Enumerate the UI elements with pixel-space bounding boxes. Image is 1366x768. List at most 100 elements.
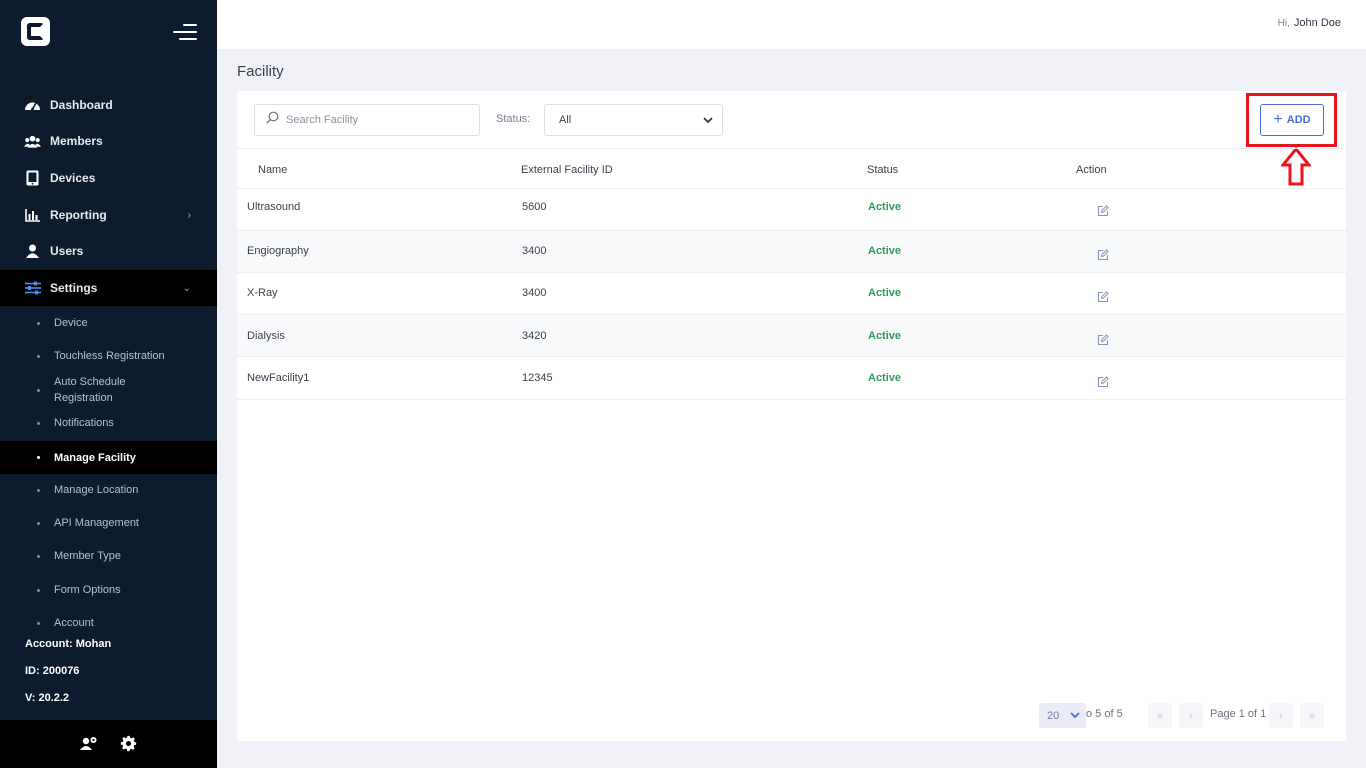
sidebar-item-label: Reporting [50, 208, 107, 222]
menu-toggle-icon[interactable] [173, 23, 197, 41]
page-size-value: 20 [1047, 709, 1060, 722]
status-badge: Active [868, 245, 902, 257]
column-header-action: Action [1076, 164, 1107, 176]
edit-icon[interactable] [1097, 334, 1109, 346]
table-row: Dialysis 3420 Active [237, 315, 1346, 357]
sidebar-item-reporting[interactable]: Reporting › [0, 197, 217, 233]
user-name: John Doe [1293, 17, 1341, 29]
status-badge: Active [868, 287, 902, 299]
sidebar-item-label: Members [50, 134, 103, 148]
status-badge: Active [868, 372, 902, 384]
sidebar-item-label: Devices [50, 171, 96, 185]
sidebar-subitem-api-management[interactable]: API Management [0, 507, 217, 539]
facility-card: Status: All + ADD Name External Facility… [237, 91, 1346, 741]
sidebar-subitem-notifications[interactable]: Notifications [0, 407, 217, 439]
sidebar-subitem-member-type[interactable]: Member Type [0, 540, 217, 572]
sidebar-subitem-label: Manage Location [54, 484, 139, 496]
status-filter-select[interactable]: All [544, 104, 723, 136]
first-page-icon: « [1156, 709, 1164, 722]
edit-icon[interactable] [1097, 376, 1109, 388]
user-greeting[interactable]: Hi, John Doe [1278, 17, 1341, 29]
sidebar-item-settings[interactable]: Settings ⌄ [0, 270, 217, 306]
chevron-right-icon: › [1279, 709, 1283, 722]
pagination-range: o 5 of 5 [1086, 708, 1123, 720]
table-row: NewFacility1 12345 Active [237, 358, 1346, 400]
facility-external-id: 3400 [522, 245, 547, 257]
chevron-down-icon [702, 114, 714, 129]
sidebar-item-members[interactable]: Members [0, 123, 217, 159]
sidebar-subitem-label: Notifications [54, 417, 114, 429]
facility-name: X-Ray [247, 287, 278, 299]
sidebar-footer [0, 720, 217, 768]
sidebar-item-dashboard[interactable]: Dashboard [0, 87, 217, 123]
sidebar-item-devices[interactable]: Devices [0, 160, 217, 196]
sidebar-subitem-device[interactable]: Device [0, 307, 217, 339]
last-page-icon: » [1308, 709, 1316, 722]
table-row: Ultrasound 5600 Active [237, 189, 1346, 231]
sidebar-subitem-label: Form Options [54, 584, 121, 596]
sidebar-subitem-label: Account [54, 617, 94, 629]
sidebar-item-label: Settings [50, 281, 98, 295]
facility-name: Engiography [247, 245, 309, 257]
plus-icon: + [1273, 111, 1283, 128]
edit-icon[interactable] [1097, 205, 1109, 217]
edit-icon[interactable] [1097, 291, 1109, 303]
sidebar-item-label: Users [50, 244, 84, 258]
account-id: ID: 200076 [25, 665, 80, 677]
app-version: V: 20.2.2 [25, 692, 70, 704]
sidebar-subitem-manage-location[interactable]: Manage Location [0, 474, 217, 506]
next-page-button[interactable]: › [1269, 703, 1293, 728]
chevron-right-icon: › [187, 209, 191, 221]
sidebar-subitem-account[interactable]: Account [0, 607, 217, 639]
app-logo[interactable] [21, 17, 50, 46]
bar-chart-icon [24, 207, 41, 224]
column-header-external-id[interactable]: External Facility ID [521, 164, 613, 176]
facility-external-id: 3420 [522, 330, 547, 342]
facility-external-id: 12345 [522, 372, 553, 384]
table-row: X-Ray 3400 Active [237, 273, 1346, 315]
sliders-icon [24, 280, 41, 297]
sidebar: Dashboard Members Devices Reporting › Us… [0, 0, 217, 768]
sidebar-subitem-label: Touchless Registration [54, 350, 165, 362]
facility-external-id: 5600 [522, 201, 547, 213]
status-filter-value: All [559, 114, 572, 126]
chevron-down-icon: ⌄ [182, 282, 191, 294]
members-icon [24, 133, 41, 150]
facility-external-id: 3400 [522, 287, 547, 299]
search-input[interactable] [286, 114, 466, 126]
table-row: Engiography 3400 Active [237, 231, 1346, 273]
user-settings-icon[interactable] [79, 735, 98, 753]
sidebar-item-users[interactable]: Users [0, 233, 217, 269]
sidebar-item-label: Dashboard [50, 98, 113, 112]
last-page-button[interactable]: » [1300, 703, 1324, 728]
top-bar: Hi, John Doe [217, 0, 1366, 49]
dashboard-icon [24, 97, 41, 114]
sidebar-subitem-label: Member Type [54, 550, 122, 562]
column-header-name[interactable]: Name [258, 164, 287, 176]
sidebar-subitem-label: Manage Facility [54, 451, 136, 464]
previous-page-button[interactable]: ‹ [1179, 703, 1203, 728]
sidebar-subitem-manage-facility[interactable]: Manage Facility [0, 441, 217, 474]
chevron-left-icon: ‹ [1189, 709, 1193, 722]
search-box[interactable] [254, 104, 480, 136]
column-header-status[interactable]: Status [867, 164, 898, 176]
status-badge: Active [868, 201, 902, 213]
first-page-button[interactable]: « [1148, 703, 1172, 728]
account-name: Account: Mohan [25, 638, 112, 650]
facility-name: Dialysis [247, 330, 285, 342]
sidebar-subitem-label: Device [54, 317, 88, 329]
sidebar-subitem-form-options[interactable]: Form Options [0, 574, 217, 606]
edit-icon[interactable] [1097, 249, 1109, 261]
sidebar-subitem-auto-schedule-registration[interactable]: Auto Schedule Registration [0, 374, 160, 406]
sidebar-subitem-label: Auto Schedule Registration [54, 376, 126, 404]
page-info: Page 1 of 1 [1210, 708, 1267, 720]
greeting-label: Hi, [1277, 18, 1290, 29]
tablet-icon [24, 170, 41, 187]
sidebar-subitem-touchless-registration[interactable]: Touchless Registration [0, 340, 217, 372]
facility-name: NewFacility1 [247, 372, 310, 384]
page-size-select[interactable]: 20 [1039, 703, 1086, 728]
user-icon [24, 243, 41, 260]
gear-icon[interactable] [120, 735, 138, 753]
status-filter-label: Status: [496, 113, 531, 125]
add-facility-button[interactable]: + ADD [1260, 104, 1324, 136]
